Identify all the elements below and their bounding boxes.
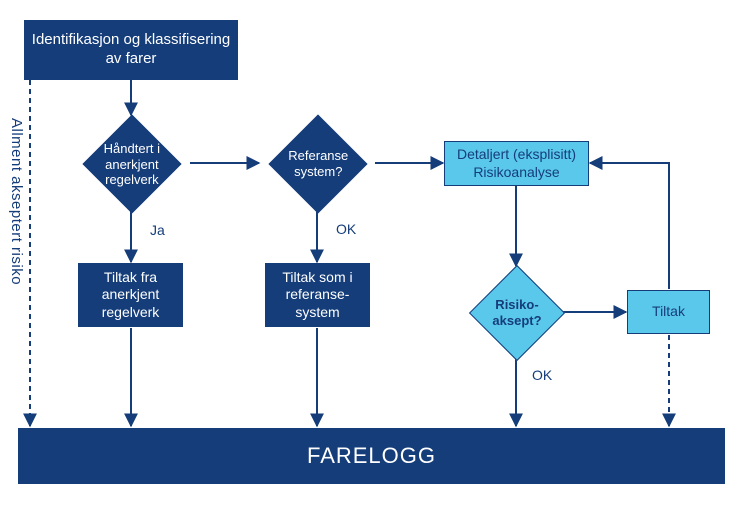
node-decision-regelverk-label: Håndtert i anerkjent regelverk (104, 141, 160, 188)
side-text: Allment akseptert risiko (8, 118, 25, 285)
node-tiltak-referanse: Tiltak som i referanse- system (265, 263, 370, 327)
node-tiltak-referanse-label: Tiltak som i referanse- system (272, 269, 363, 322)
edge-label-ok1: OK (336, 221, 356, 237)
node-start: Identifikasjon og klassifisering av fare… (24, 20, 238, 80)
edge-label-ok2: OK (532, 367, 552, 383)
node-detaljert: Detaljert (eksplisitt) Risikoanalyse (444, 141, 589, 186)
edge-label-ja: Ja (150, 222, 165, 238)
node-tiltak-label: Tiltak (652, 303, 685, 321)
node-tiltak: Tiltak (627, 290, 710, 334)
node-decision-aksept-label: Risiko- aksept? (492, 297, 541, 328)
node-decision-referanse: Referanse system? (269, 115, 368, 214)
node-decision-referanse-label: Referanse system? (288, 148, 348, 179)
node-start-label: Identifikasjon og klassifisering av fare… (31, 31, 231, 69)
node-detaljert-label: Detaljert (eksplisitt) Risikoanalyse (451, 146, 582, 181)
node-decision-aksept: Risiko- aksept? (469, 265, 565, 361)
node-farelogg-label: FARELOGG (307, 442, 436, 470)
node-tiltak-regelverk: Tiltak fra anerkjent regelverk (78, 263, 183, 327)
node-tiltak-regelverk-label: Tiltak fra anerkjent regelverk (85, 269, 176, 322)
node-farelogg: FARELOGG (18, 428, 725, 484)
node-decision-regelverk: Håndtert i anerkjent regelverk (83, 115, 182, 214)
